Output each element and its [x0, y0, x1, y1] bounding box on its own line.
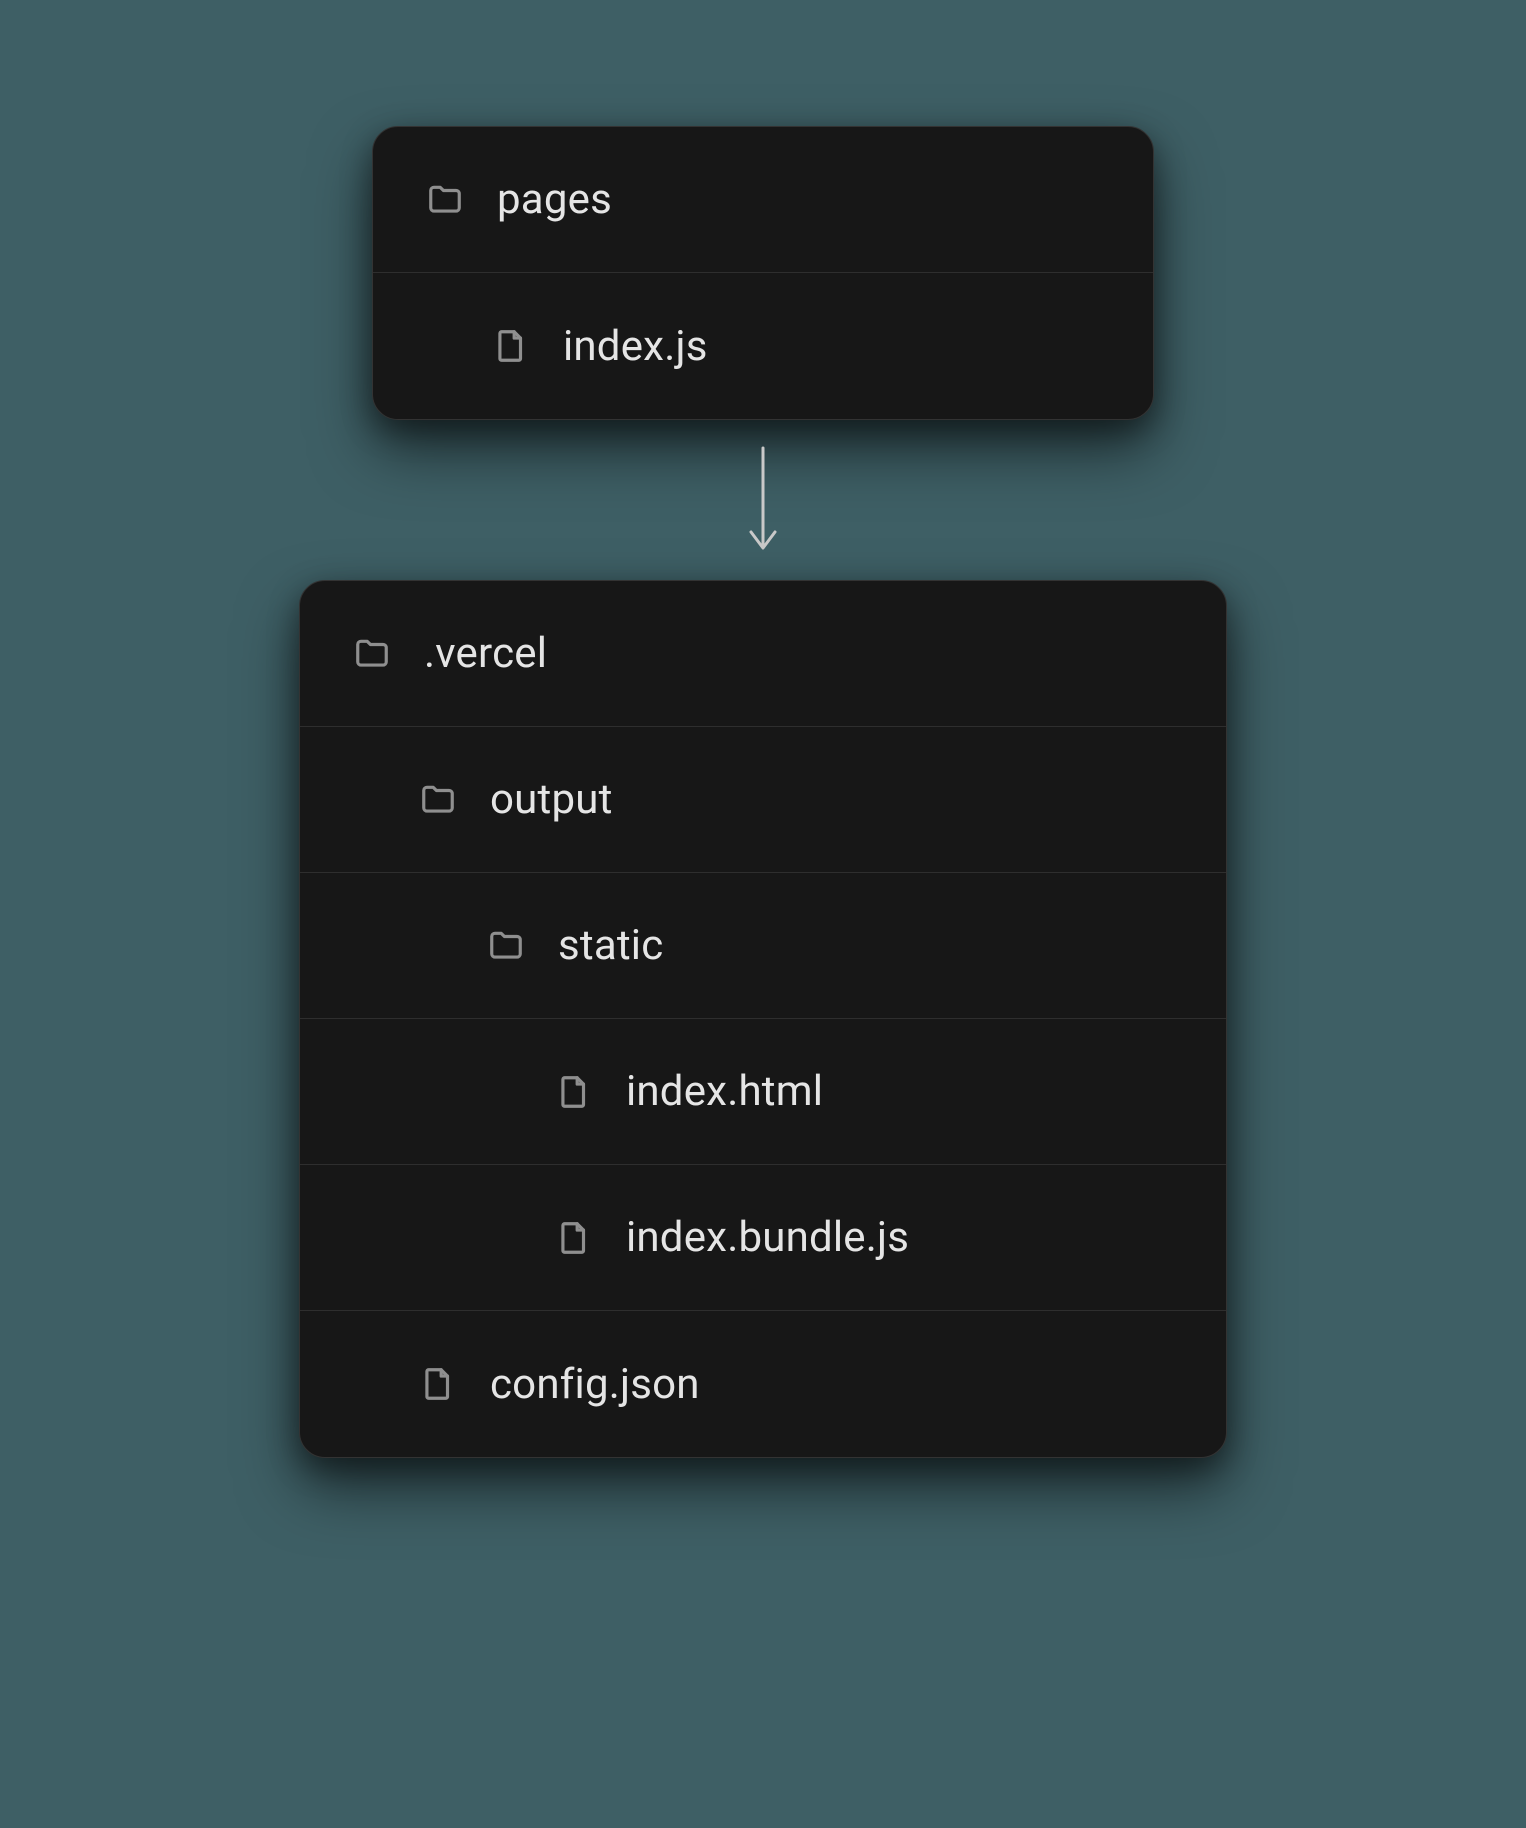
file-icon [554, 1218, 594, 1258]
tree-item-label: index.js [563, 322, 708, 371]
tree-item-folder[interactable]: pages [373, 127, 1153, 273]
folder-icon [425, 180, 465, 220]
source-tree-panel: pages index.js [372, 126, 1154, 420]
tree-item-file[interactable]: index.bundle.js [300, 1165, 1226, 1311]
tree-item-label: config.json [490, 1360, 700, 1409]
tree-item-file[interactable]: index.html [300, 1019, 1226, 1165]
tree-item-file[interactable]: config.json [300, 1311, 1226, 1457]
tree-item-label: static [558, 921, 663, 970]
tree-item-label: output [490, 775, 613, 824]
folder-icon [418, 780, 458, 820]
folder-icon [486, 926, 526, 966]
tree-item-label: index.bundle.js [626, 1213, 909, 1262]
tree-item-folder[interactable]: .vercel [300, 581, 1226, 727]
tree-item-label: pages [497, 175, 612, 224]
output-tree-panel: .vercel output static index.html index.b… [299, 580, 1227, 1458]
tree-item-folder[interactable]: static [300, 873, 1226, 1019]
arrow-down [743, 420, 783, 580]
file-icon [554, 1072, 594, 1112]
file-icon [418, 1364, 458, 1404]
tree-item-file[interactable]: index.js [373, 273, 1153, 419]
tree-item-label: .vercel [424, 629, 547, 678]
folder-icon [352, 634, 392, 674]
tree-item-folder[interactable]: output [300, 727, 1226, 873]
tree-item-label: index.html [626, 1067, 823, 1116]
file-icon [491, 326, 531, 366]
